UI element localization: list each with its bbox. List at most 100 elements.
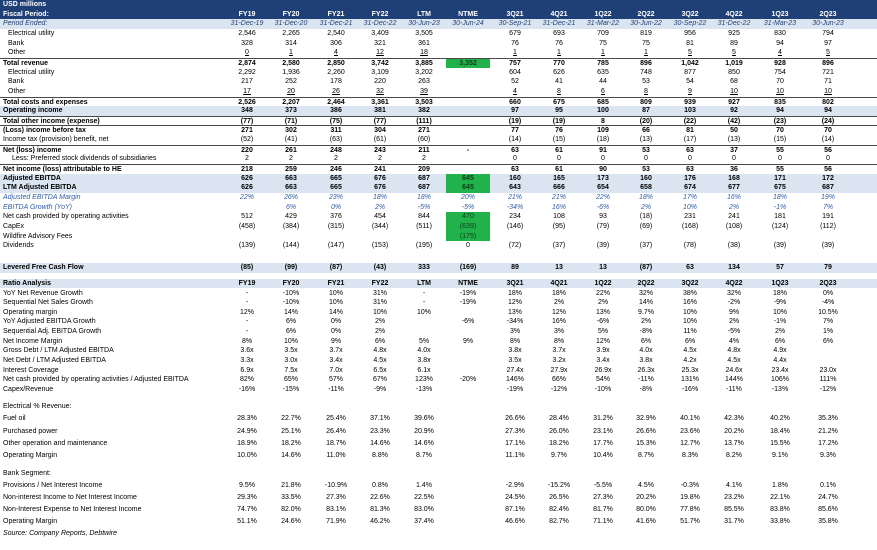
value-cell: 4.2x [683,357,697,365]
value-cell: 1 [513,49,517,57]
value-cell: 18% [507,289,522,297]
value-cell: 6.1x [417,366,431,374]
value-cell: 18% [372,194,387,201]
value-cell: 5% [418,337,430,345]
value-cell: 3% [553,328,565,336]
value-cell: 81.3% [370,505,390,513]
value-cell: 4Q22 [725,279,743,287]
lfcf-label: Levered Free Cash Flow [3,264,84,272]
value-cell [269,232,313,242]
value-cell: 10% [772,308,787,316]
value-cell: (153) [371,242,389,250]
value-cell: 13 [599,264,607,272]
value-cell: 0 [466,242,470,250]
value-cell: 123% [415,376,433,384]
value-cell: 31-Mar-23 [763,20,797,28]
value-cell: 52 [511,78,519,86]
row-label: Other [8,87,26,95]
value-cell: 1.8% [772,481,788,489]
value-cell: 11.1% [505,451,525,459]
data-row: Operating income 348 373 386 381 382 97 95 100 87… [0,106,877,116]
value-cell: 6.5x [373,366,387,374]
value-cell: 80.0% [636,505,656,513]
value-cell: 18% [772,289,787,297]
value-cell: 3Q22 [681,279,699,287]
value-cell: 8.3% [682,451,698,459]
data-row: Dividends (139) (144) (147) (153) (195) 0 (72) (… [0,241,877,251]
value-cell: -11% [726,386,742,394]
value-cell: 82.0% [281,505,301,513]
levered-fcf-row: Levered Free Cash Flow (85) (99) (87) (43) 33… [0,263,877,274]
value-cell: 18% [551,289,566,297]
value-cell: 26.4% [326,427,346,435]
value-cell: 9% [728,308,740,316]
value-cell: 22.7% [281,415,301,423]
value-cell: 30-Jun-23 [812,20,844,28]
value-cell: 877 [684,68,696,76]
value-cell: 26.6% [505,415,525,423]
value-cell: 33.8% [770,517,790,525]
value-cell: 6% [640,337,652,345]
value-cell: 2% [553,299,565,307]
value-cell: 9.7% [551,451,567,459]
value-cell: 1Q22 [594,279,612,287]
value-cell: 2% [640,318,652,326]
value-cell: 314 [285,39,297,47]
value-cell: 666 [553,184,565,192]
value-cell: 3.8x [417,357,431,365]
value-cell: 18% [638,194,653,201]
value-cell: 10% [682,308,697,316]
value-cell: -12% [550,386,568,394]
row-label: Sequential Adj. EBITDA Growth [3,328,102,336]
value-cell: 144% [725,376,743,384]
value-cell: 24.6% [281,517,301,525]
value-cell: -19% [459,289,477,297]
value-cell: 57 [776,264,784,272]
value-cell: 66% [551,376,566,384]
value-cell: 89 [511,264,519,272]
value-cell: -1% [773,318,787,326]
value-cell [446,68,490,78]
value-cell: -6% [596,203,610,211]
value-cell: 12% [507,299,522,307]
value-cell: 676 [374,184,386,192]
value-cell: 10% [682,203,697,211]
value-cell: 386 [330,107,342,115]
value-cell: (195) [415,242,433,250]
value-cell [446,439,490,449]
row-label: Net cash provided by operating activitie… [3,213,129,221]
value-cell: 54 [686,78,694,86]
value-cell: 645 [446,173,490,184]
value-cell: 25.1% [281,427,301,435]
value-cell: 321 [374,39,386,47]
value-cell: 23.0x [819,366,837,374]
value-cell: 28.3% [237,415,257,423]
value-cell: 26% [283,194,298,201]
value-cell: FY21 [327,279,345,287]
value-cell: -10% [282,289,300,297]
value-cell: 679 [509,29,521,37]
value-cell: 134 [728,264,740,272]
value-cell: 79 [824,264,832,272]
value-cell: 956 [684,29,696,37]
value-cell [402,232,446,242]
value-cell: -10% [282,299,300,307]
value-cell: 31% [372,289,387,297]
value-cell: 3.5x [284,347,298,355]
value-cell: 44 [599,78,607,86]
value-cell: (458) [238,222,256,230]
row-label: Income tax (provision) benefit, net [3,136,109,144]
value-cell: 1 [557,49,561,57]
value-cell: 173 [597,174,609,182]
value-cell: 75 [599,39,607,47]
value-cell: 6.9x [240,366,254,374]
value-cell: 16% [551,318,566,326]
value-cell [446,517,490,527]
value-cell: 31-Dec-21 [542,20,576,28]
value-cell: 4.5x [727,357,741,365]
value-cell: 25.3x [681,366,699,374]
value-cell: 20.2% [636,493,656,501]
value-cell: 263 [418,78,430,86]
row-label: Interest Coverage [3,366,59,374]
value-cell: (60) [417,136,431,144]
